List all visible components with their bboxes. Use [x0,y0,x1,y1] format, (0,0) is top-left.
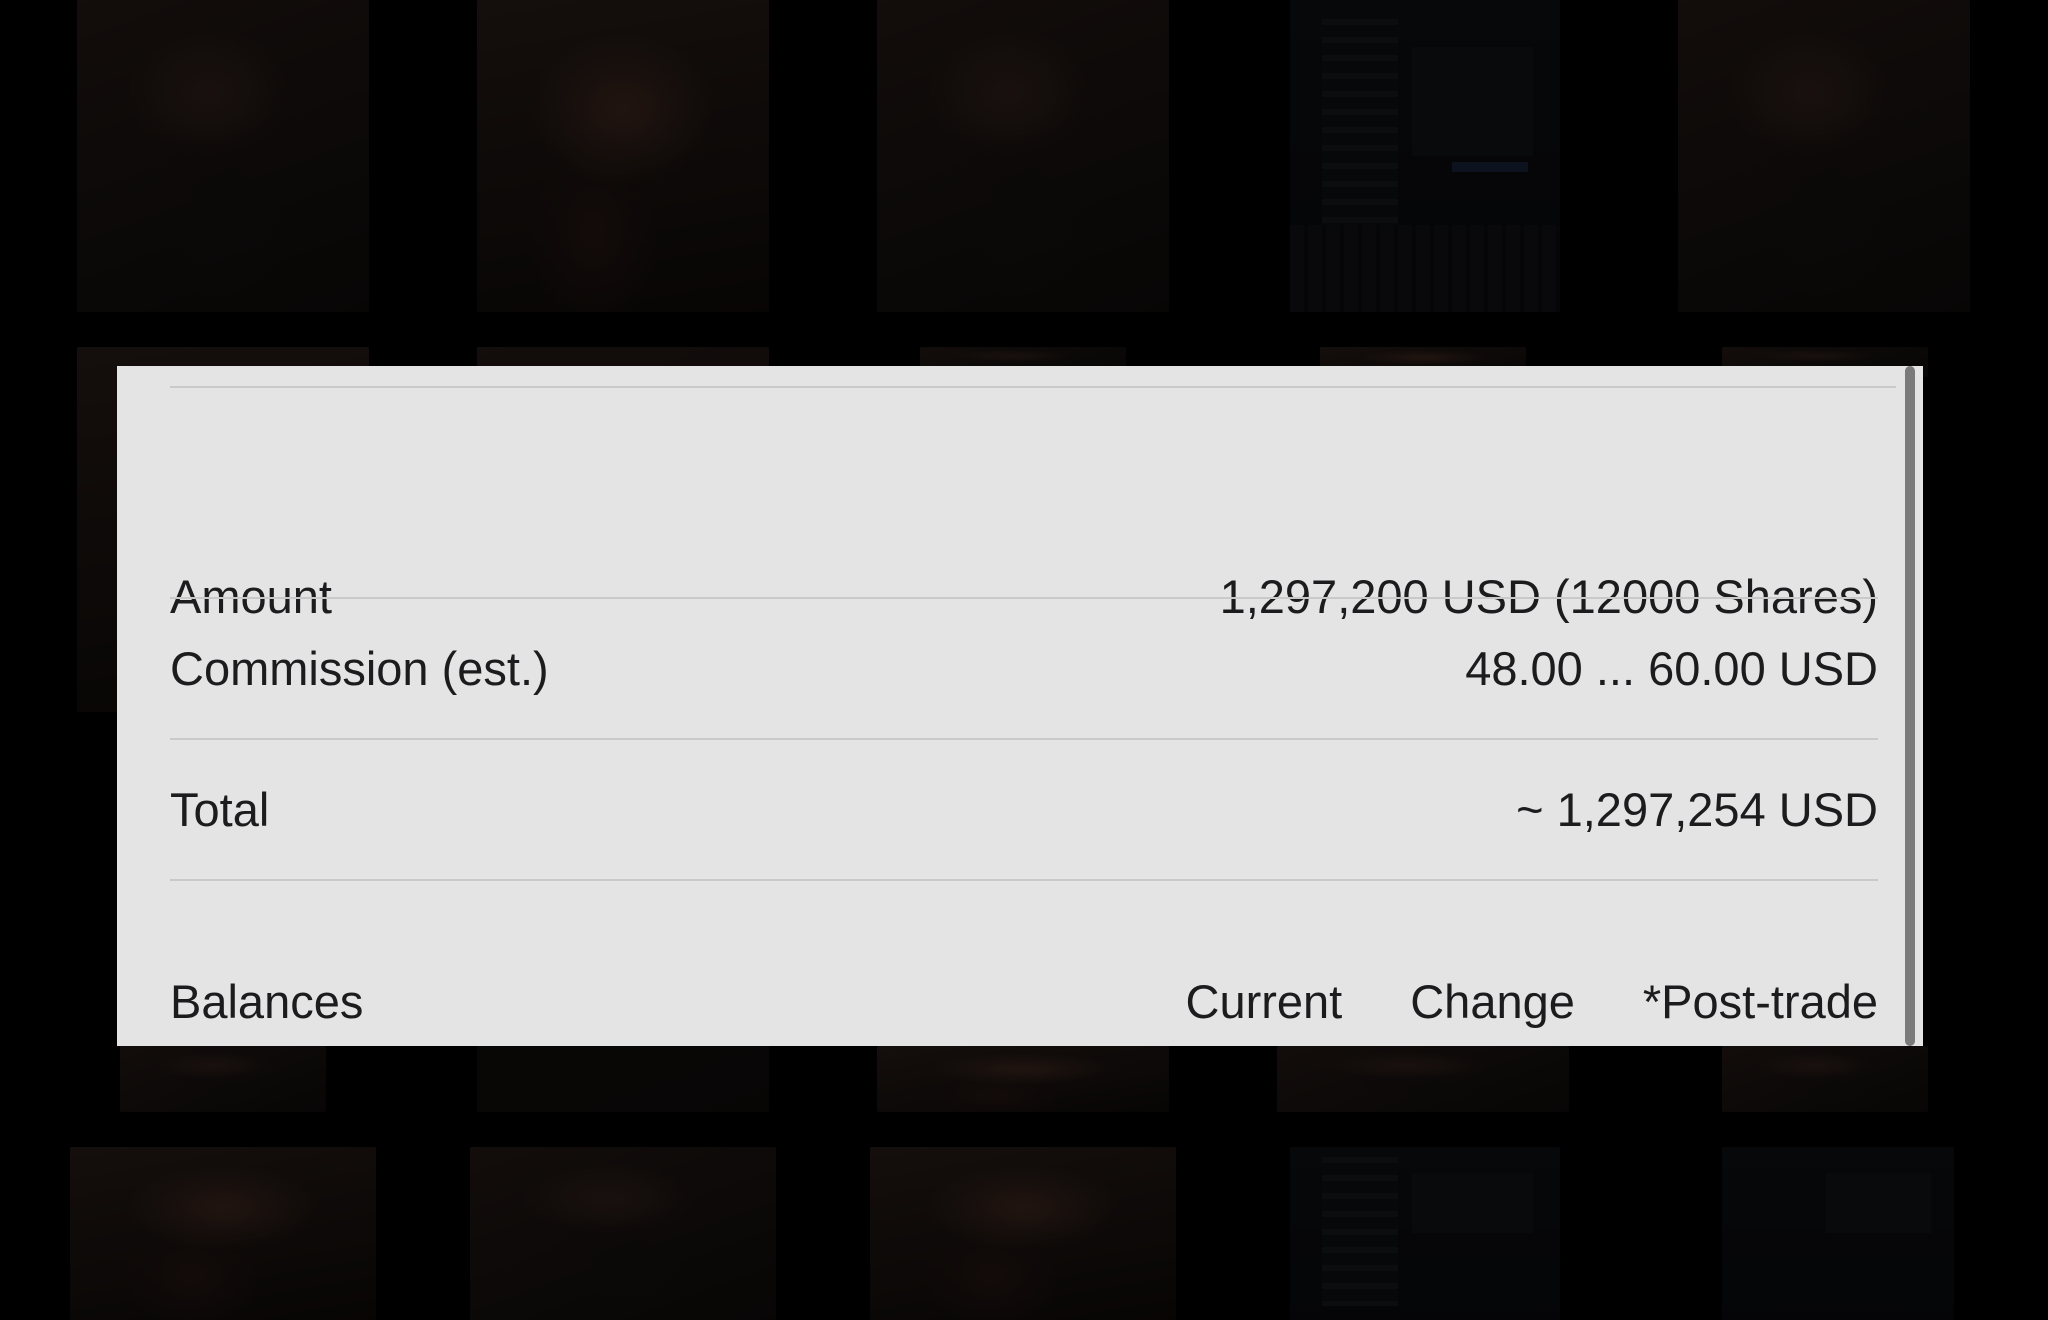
commission-label: Commission (est.) [170,641,549,695]
column-header-post-trade: *Post-trade [1642,974,1878,1028]
commission-value: 48.00 ... 60.00 USD [1465,641,1878,695]
column-header-current: Current [1185,974,1343,1028]
total-value: ~ 1,297,254 USD [1516,782,1878,836]
total-label: Total [170,782,270,836]
balances-label: Balances [170,974,364,1028]
scrollbar[interactable] [1905,366,1915,1046]
gallery-thumbnail[interactable] [1277,1046,1569,1112]
gallery-thumbnail[interactable] [870,1147,1176,1320]
gallery-thumbnail[interactable] [1290,0,1560,312]
total-row: Total ~ 1,297,254 USD [170,739,1878,879]
commission-row: Commission (est.) 48.00 ... 60.00 USD [170,598,1878,738]
gallery-thumbnail[interactable] [1678,0,1970,312]
gallery-thumbnail[interactable] [1722,1046,1928,1112]
gallery-thumbnail[interactable] [1290,1147,1560,1320]
balances-header: Balances Current Change *Post-trade [170,966,1878,1036]
divider [170,879,1878,881]
screen: Amount 1,297,200 USD (12000 Shares) Comm… [0,0,2048,1320]
gallery-thumbnail[interactable] [877,1046,1169,1112]
divider [170,386,1896,388]
gallery-thumbnail[interactable] [470,1147,776,1320]
gallery-thumbnail[interactable] [877,0,1169,312]
gallery-thumbnail[interactable] [77,0,369,312]
gallery-thumbnail[interactable] [477,0,769,312]
order-summary-card: Amount 1,297,200 USD (12000 Shares) Comm… [117,366,1923,1046]
gallery-thumbnail[interactable] [70,1147,376,1320]
gallery-thumbnail[interactable] [120,1046,326,1112]
column-header-change: Change [1410,974,1575,1028]
gallery-thumbnail[interactable] [1722,1147,1954,1320]
